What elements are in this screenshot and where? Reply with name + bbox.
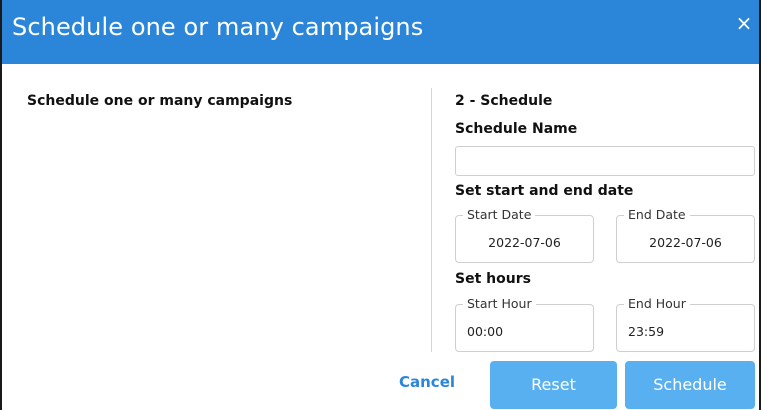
start-date-value: 2022-07-06 <box>488 235 561 250</box>
start-hour-field[interactable]: Start Hour 00:00 <box>455 296 594 352</box>
start-hour-value: 00:00 <box>467 324 504 339</box>
schedule-button[interactable]: Schedule <box>625 361 755 409</box>
hours-label: Set hours <box>455 271 531 287</box>
start-date-field[interactable]: Start Date 2022-07-06 <box>455 207 594 263</box>
left-panel-title: Schedule one or many campaigns <box>27 93 293 109</box>
cancel-button[interactable]: Cancel <box>399 373 455 391</box>
end-date-label: End Date <box>624 207 690 223</box>
schedule-name-label: Schedule Name <box>455 121 578 137</box>
schedule-dialog: Schedule one or many campaigns × Schedul… <box>0 0 761 410</box>
reset-button[interactable]: Reset <box>490 361 617 409</box>
panel-divider <box>431 88 432 352</box>
end-date-field[interactable]: End Date 2022-07-06 <box>616 207 755 263</box>
schedule-name-input[interactable] <box>455 146 755 176</box>
dialog-titlebar: Schedule one or many campaigns × <box>2 0 759 64</box>
dates-label: Set start and end date <box>455 183 634 199</box>
close-icon[interactable]: × <box>733 10 755 36</box>
end-date-value: 2022-07-06 <box>649 235 722 250</box>
end-hour-field[interactable]: End Hour 23:59 <box>616 296 755 352</box>
end-hour-value: 23:59 <box>628 324 665 339</box>
step-title: 2 - Schedule <box>455 93 553 109</box>
start-hour-label: Start Hour <box>463 296 536 312</box>
start-date-label: Start Date <box>463 207 536 223</box>
end-hour-label: End Hour <box>624 296 690 312</box>
dialog-title: Schedule one or many campaigns <box>12 13 424 41</box>
